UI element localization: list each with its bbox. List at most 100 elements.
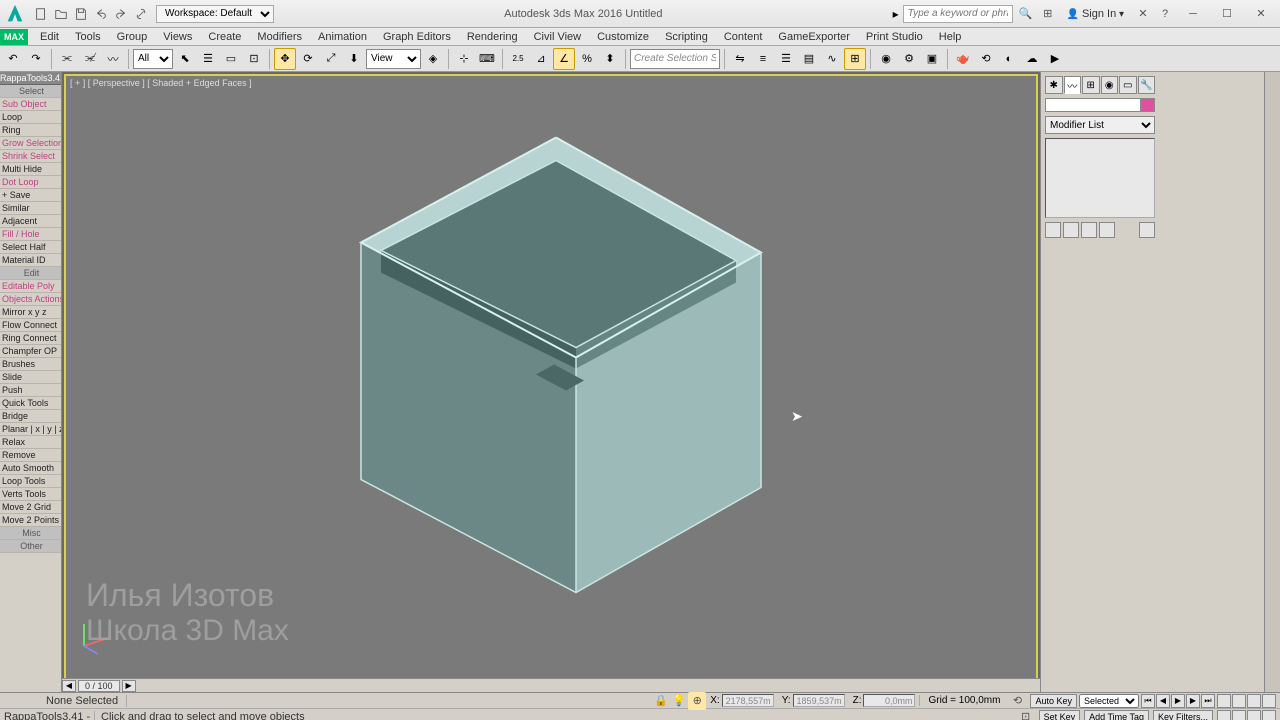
percent-snap-icon[interactable]: % <box>576 48 598 70</box>
minimize-button[interactable]: ─ <box>1178 4 1208 24</box>
left-panel-item[interactable]: Select Half <box>0 241 61 254</box>
schematic-view-icon[interactable]: ⊞ <box>844 48 866 70</box>
key-filter-select[interactable]: Selected <box>1079 694 1139 708</box>
menu-modifiers[interactable]: Modifiers <box>249 28 310 45</box>
align-icon[interactable]: ≡ <box>752 48 774 70</box>
left-panel-item[interactable]: Flow Connect <box>0 319 61 332</box>
remove-modifier-icon[interactable] <box>1099 222 1115 238</box>
create-tab-icon[interactable]: ✱ <box>1045 76 1063 94</box>
absolute-mode-icon[interactable]: ⊕ <box>688 692 706 710</box>
link-icon[interactable]: ⫘ <box>56 48 78 70</box>
left-panel-item[interactable]: Editable Poly <box>0 280 61 293</box>
left-panel-item[interactable]: Remove <box>0 449 61 462</box>
zoom-icon[interactable] <box>1232 694 1246 708</box>
mirror-icon[interactable]: ⇋ <box>729 48 751 70</box>
redo-icon[interactable] <box>112 5 130 23</box>
utilities-tab-icon[interactable]: 🔧 <box>1138 76 1156 94</box>
motion-tab-icon[interactable]: ◉ <box>1101 76 1119 94</box>
new-file-icon[interactable] <box>32 5 50 23</box>
perspective-viewport[interactable]: [ + ] [ Perspective ] [ Shaded + Edged F… <box>64 74 1038 690</box>
left-panel-item[interactable]: Mirror x y z <box>0 306 61 319</box>
exchange-icon[interactable]: ✕ <box>1134 5 1152 23</box>
z-coord-input[interactable] <box>863 694 915 707</box>
object-name-input[interactable] <box>1045 98 1141 112</box>
left-panel-item[interactable]: Multi Hide <box>0 163 61 176</box>
play-icon[interactable]: ▶ <box>1171 694 1185 708</box>
make-unique-icon[interactable] <box>1081 222 1097 238</box>
max-toggle-icon[interactable] <box>1262 710 1276 720</box>
select-rectangle-icon[interactable]: ▭ <box>220 48 242 70</box>
left-panel-item[interactable]: Dot Loop <box>0 176 61 189</box>
menu-help[interactable]: Help <box>931 28 970 45</box>
render-setup-icon[interactable]: ⚙ <box>898 48 920 70</box>
menu-civil-view[interactable]: Civil View <box>526 28 589 45</box>
left-panel-item[interactable]: Objects Actions <box>0 293 61 306</box>
x-coord-input[interactable] <box>722 694 774 707</box>
pan-icon[interactable] <box>1217 694 1231 708</box>
render-in-cloud-icon[interactable]: ☁ <box>1021 48 1043 70</box>
modifier-list-combo[interactable]: Modifier List <box>1045 116 1155 134</box>
left-panel-item[interactable]: Grow Selection <box>0 137 61 150</box>
bind-spacewarp-icon[interactable]: 〰 <box>102 48 124 70</box>
zoom-extents-icon[interactable] <box>1217 710 1231 720</box>
menu-group[interactable]: Group <box>109 28 156 45</box>
goto-end-icon[interactable]: ⏭ <box>1201 694 1215 708</box>
time-config-icon[interactable]: ⊡ <box>1017 708 1035 720</box>
left-panel-item[interactable]: Loop Tools <box>0 475 61 488</box>
menu-gameexporter[interactable]: GameExporter <box>770 28 858 45</box>
keyboard-shortcut-icon[interactable]: ⌨ <box>476 48 498 70</box>
snap-3d-icon[interactable]: ⊿ <box>530 48 552 70</box>
command-panel-scrollbar[interactable] <box>1264 72 1280 692</box>
setkey-button[interactable]: Set Key <box>1039 710 1081 720</box>
time-slider[interactable]: ◀ 0 / 100 ▶ <box>62 678 1040 692</box>
select-move-icon[interactable]: ✥ <box>274 48 296 70</box>
show-end-result-icon[interactable] <box>1063 222 1079 238</box>
select-object-icon[interactable]: ⬉ <box>174 48 196 70</box>
hierarchy-tab-icon[interactable]: ⊞ <box>1082 76 1100 94</box>
left-panel-item[interactable]: Ring <box>0 124 61 137</box>
render-production-icon[interactable]: 🫖 <box>952 48 974 70</box>
isolate-icon[interactable]: 💡 <box>670 692 688 710</box>
left-panel-item[interactable]: Champfer OP <box>0 345 61 358</box>
unlink-icon[interactable]: ⫘̸ <box>79 48 101 70</box>
help-icon[interactable]: ? <box>1156 5 1174 23</box>
modifier-stack[interactable] <box>1045 138 1155 218</box>
menu-scripting[interactable]: Scripting <box>657 28 716 45</box>
cube-geometry[interactable] <box>306 113 796 603</box>
undo-icon[interactable] <box>92 5 110 23</box>
menu-print-studio[interactable]: Print Studio <box>858 28 931 45</box>
menu-graph-editors[interactable]: Graph Editors <box>375 28 459 45</box>
left-panel-item[interactable]: Ring Connect <box>0 332 61 345</box>
orbit-icon[interactable] <box>1247 694 1261 708</box>
select-by-name-icon[interactable]: ☰ <box>197 48 219 70</box>
left-panel-item[interactable]: Bridge <box>0 410 61 423</box>
maximize-viewport-icon[interactable] <box>1262 694 1276 708</box>
viewport-label[interactable]: [ + ] [ Perspective ] [ Shaded + Edged F… <box>70 78 252 88</box>
ref-coord-system-combo[interactable]: View <box>366 49 421 69</box>
selection-filter-combo[interactable]: All <box>133 49 173 69</box>
menu-edit[interactable]: Edit <box>32 28 67 45</box>
key-filters-button[interactable]: Key Filters... <box>1153 710 1213 720</box>
named-selection-sets-combo[interactable] <box>630 49 720 69</box>
left-panel-item[interactable]: Move 2 Grid <box>0 501 61 514</box>
y-coord-input[interactable] <box>793 694 845 707</box>
next-frame-icon[interactable]: ▶ <box>122 680 136 692</box>
left-panel-item[interactable]: Fill / Hole <box>0 228 61 241</box>
prev-frame-icon[interactable]: ◀ <box>62 680 76 692</box>
search-input[interactable] <box>903 5 1013 23</box>
undo-icon[interactable]: ↶ <box>2 48 24 70</box>
left-panel-item[interactable]: Slide <box>0 371 61 384</box>
signin-link[interactable]: 👤 Sign In ▾ <box>1061 8 1130 20</box>
angle-snap-icon[interactable]: ∠ <box>553 48 575 70</box>
menu-content[interactable]: Content <box>716 28 771 45</box>
left-panel-item[interactable]: Loop <box>0 111 61 124</box>
autodesk-account-icon[interactable]: ⊞ <box>1039 5 1057 23</box>
modify-tab-icon[interactable]: 〰 <box>1064 76 1082 94</box>
toggle-ribbon-icon[interactable]: ▤ <box>798 48 820 70</box>
left-panel-item[interactable]: Misc <box>0 527 61 540</box>
render-iterative-icon[interactable]: ⟲ <box>975 48 997 70</box>
fov-icon[interactable] <box>1247 710 1261 720</box>
curve-editor-icon[interactable]: ∿ <box>821 48 843 70</box>
select-place-icon[interactable]: ⬇ <box>343 48 365 70</box>
left-panel-item[interactable]: Push <box>0 384 61 397</box>
